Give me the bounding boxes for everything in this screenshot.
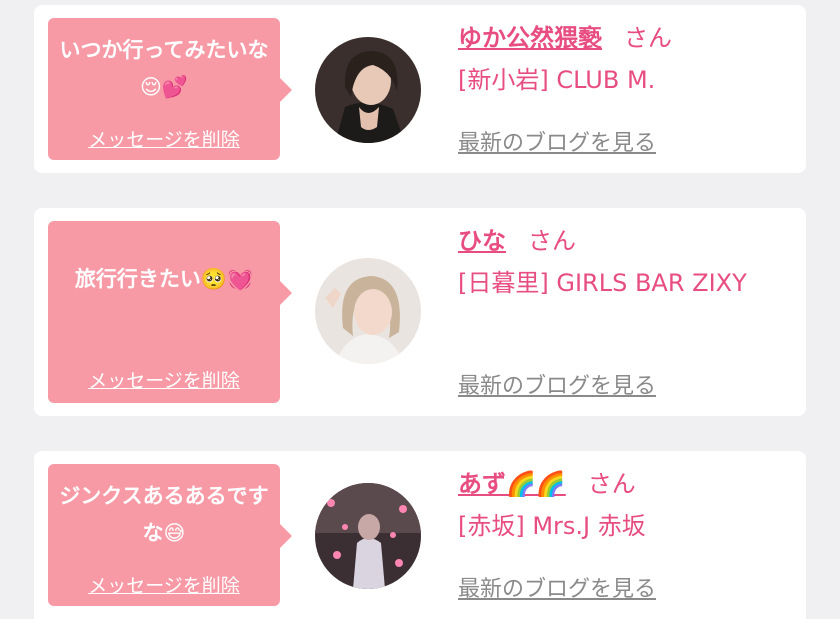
message-bubble: 旅行行きたい🥺💓 メッセージを削除 (48, 221, 292, 403)
latest-blog-link[interactable]: 最新のブログを見る (458, 571, 656, 603)
honorific: さん (624, 24, 672, 52)
message-card: いつか行ってみたいな😌💕 メッセージを削除 ゆか公然猥褻 さん [新小岩] CLU… (34, 5, 806, 173)
delete-message-link[interactable]: メッセージを削除 (48, 366, 280, 393)
message-bubble: ジンクスあるあるですな😅 メッセージを削除 (48, 464, 292, 606)
honorific: さん (528, 227, 576, 255)
delete-message-link[interactable]: メッセージを削除 (48, 571, 280, 598)
avatar[interactable] (315, 37, 421, 143)
woman-dark-hair-avatar-icon (315, 37, 421, 143)
shop-name: [赤坂] Mrs.J 赤坂 (458, 512, 646, 540)
honorific: さん (587, 470, 636, 498)
message-text: 旅行行きたい🥺💓 (74, 267, 254, 291)
woman-heart-filter-avatar-icon (315, 483, 421, 589)
message-bubble: いつか行ってみたいな😌💕 メッセージを削除 (48, 18, 292, 160)
shop-name: [新小岩] CLUB M. (458, 66, 656, 94)
shop-name: [日暮里] GIRLS BAR ZIXY (458, 269, 747, 297)
message-card: 旅行行きたい🥺💓 メッセージを削除 ひな さん [日暮里] GIRLS BAR Z… (34, 208, 806, 416)
message-text: いつか行ってみたいな😌💕 (59, 38, 269, 99)
latest-blog-link[interactable]: 最新のブログを見る (458, 125, 656, 157)
avatar[interactable] (315, 483, 421, 589)
woman-blonde-hair-avatar-icon (315, 258, 421, 364)
cast-name-link[interactable]: あず🌈🌈 (458, 470, 566, 498)
cast-name-link[interactable]: ひな (458, 227, 506, 255)
cast-name-link[interactable]: ゆか公然猥褻 (458, 24, 602, 52)
avatar[interactable] (315, 258, 421, 364)
message-card: ジンクスあるあるですな😅 メッセージを削除 あず🌈🌈 さん [赤坂] Mrs.J … (34, 451, 806, 619)
latest-blog-link[interactable]: 最新のブログを見る (458, 368, 656, 400)
message-text: ジンクスあるあるですな😅 (59, 484, 269, 545)
delete-message-link[interactable]: メッセージを削除 (48, 125, 280, 152)
